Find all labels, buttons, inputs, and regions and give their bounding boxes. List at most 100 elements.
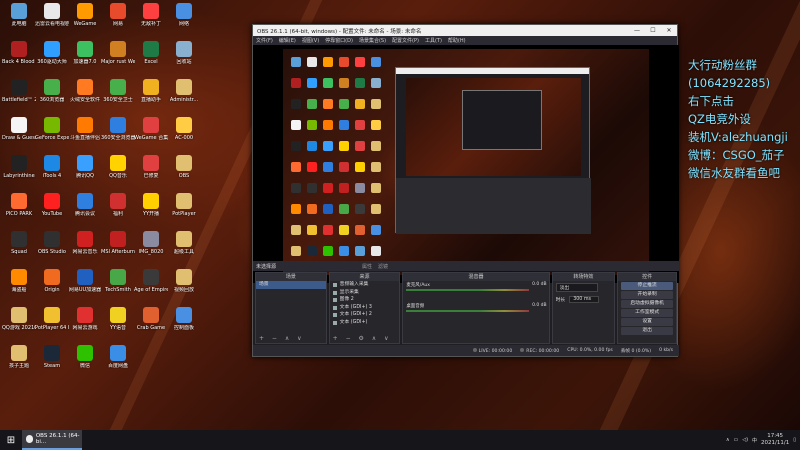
desktop-icon[interactable]: 微信 bbox=[68, 344, 102, 380]
desktop-icon[interactable]: 360安全浏览器 bbox=[101, 116, 135, 152]
notification-icon[interactable]: ▯ bbox=[793, 437, 796, 443]
desktop-icon[interactable]: YouTube bbox=[35, 192, 69, 228]
desktop-icon[interactable]: iTools 4 bbox=[35, 154, 69, 190]
volume-slider[interactable] bbox=[406, 310, 529, 312]
duration-input[interactable]: 300 ms bbox=[569, 296, 600, 303]
maximize-icon[interactable]: ☐ bbox=[645, 27, 661, 34]
desktop-icon[interactable]: 迅雷云看电视剧 bbox=[35, 2, 69, 38]
desktop-icon[interactable]: Crab Game bbox=[134, 306, 168, 342]
desktop-icon[interactable]: 控制面板 bbox=[167, 306, 201, 342]
desktop-icon[interactable]: MSI Afterburner bbox=[101, 230, 135, 266]
desktop-icon[interactable]: Administr... bbox=[167, 78, 201, 114]
desktop-icon[interactable]: PotPlayer 64 bit bbox=[35, 306, 69, 342]
desktop-icon[interactable]: Excel bbox=[134, 40, 168, 76]
desktop-icon[interactable]: 福利 bbox=[101, 192, 135, 228]
transition-type[interactable]: 淡出 bbox=[553, 281, 615, 294]
desktop-icon[interactable]: 360安全卫士 bbox=[101, 78, 135, 114]
desktop-icon[interactable]: Steam bbox=[35, 344, 69, 380]
menu-view[interactable]: 视图(V) bbox=[302, 37, 319, 44]
desktop-icon[interactable]: 网易UU加速器 bbox=[68, 268, 102, 304]
source-item[interactable]: 文本 (GDI+) bbox=[330, 319, 400, 327]
desktop-icon[interactable]: 网易云游戏 bbox=[68, 306, 102, 342]
desktop-icon[interactable]: QQ游戏 20210415... bbox=[2, 306, 36, 342]
menu-file[interactable]: 文件(F) bbox=[256, 37, 273, 44]
filters-button[interactable]: 滤镜 bbox=[378, 263, 388, 270]
close-icon[interactable]: ✕ bbox=[661, 27, 677, 34]
volume-slider[interactable] bbox=[406, 289, 529, 291]
menu-help[interactable]: 帮助(H) bbox=[448, 37, 466, 44]
desktop-icon[interactable]: 已修复 bbox=[134, 154, 168, 190]
desktop-icon[interactable]: 此电脑 bbox=[2, 2, 36, 38]
desktop-icon[interactable]: Draw & Guess bbox=[2, 116, 36, 152]
volume-icon[interactable]: ◁) bbox=[742, 437, 748, 443]
tray-expand-icon[interactable]: ∧ bbox=[726, 437, 730, 443]
studio-mode-button[interactable]: 工作室模式 bbox=[621, 309, 673, 317]
obs-window[interactable]: OBS 26.1.1 (64-bit, windows) - 配置文件: 未命名… bbox=[252, 24, 679, 357]
desktop-icon[interactable]: 直播助手 bbox=[134, 78, 168, 114]
desktop-icon[interactable]: Squad bbox=[2, 230, 36, 266]
desktop-icon[interactable]: Major rust WeGame版 bbox=[101, 40, 135, 76]
stop-streaming-button[interactable]: 停止推流 bbox=[621, 282, 673, 290]
desktop-icon[interactable]: WeGame 合集 bbox=[134, 116, 168, 152]
desktop-icon[interactable]: Back 4 Blood Beta bbox=[2, 40, 36, 76]
desktop-icon[interactable]: PICO PARK bbox=[2, 192, 36, 228]
desktop-icon[interactable]: 超级工具 bbox=[167, 230, 201, 266]
desktop-icon[interactable]: Origin bbox=[35, 268, 69, 304]
desktop-icon[interactable]: AC-000 bbox=[167, 116, 201, 152]
desktop-icon[interactable]: OBS bbox=[167, 154, 201, 190]
desktop-icon[interactable]: 孩子主题 bbox=[2, 344, 36, 380]
desktop-icon[interactable]: Age of Empires IV bbox=[134, 268, 168, 304]
menu-docks[interactable]: 停靠窗口(D) bbox=[325, 37, 353, 44]
desktop-icon[interactable]: PotPlayer bbox=[167, 192, 201, 228]
desktop-icon[interactable]: 加速器7.0 bbox=[68, 40, 102, 76]
menu-scene-collection[interactable]: 场景集合(S) bbox=[359, 37, 386, 44]
desktop-icon[interactable]: 网易云音乐 bbox=[68, 230, 102, 266]
source-item[interactable]: 图像 2 bbox=[330, 296, 400, 304]
desktop-icon[interactable]: YY开播 bbox=[134, 192, 168, 228]
desktop-icon[interactable]: IMG_8020 bbox=[134, 230, 168, 266]
desktop-icon[interactable]: Labyrinthine bbox=[2, 154, 36, 190]
desktop-icon[interactable]: 火绒安全软件 bbox=[68, 78, 102, 114]
source-item[interactable]: 文本 (GDI+) 3 bbox=[330, 304, 400, 312]
desktop-icon[interactable]: 网易 bbox=[101, 2, 135, 38]
desktop-icon[interactable]: OBS Studio bbox=[35, 230, 69, 266]
desktop-icon[interactable]: 视频回放 bbox=[167, 268, 201, 304]
settings-button[interactable]: 设置 bbox=[621, 318, 673, 326]
exit-button[interactable]: 退出 bbox=[621, 327, 673, 335]
minimize-icon[interactable]: — bbox=[629, 27, 645, 34]
desktop-icon[interactable]: 海盗船 bbox=[2, 268, 36, 304]
properties-button[interactable]: 属性 bbox=[362, 263, 372, 270]
windows-start-icon[interactable]: ⊞ bbox=[0, 435, 22, 446]
virtual-camera-button[interactable]: 启动虚拟摄像机 bbox=[621, 300, 673, 308]
ime-icon[interactable]: 中 bbox=[752, 437, 757, 444]
desktop-icon[interactable]: TechSmith bbox=[101, 268, 135, 304]
desktop-icon[interactable]: GeForce Experience bbox=[35, 116, 69, 152]
desktop-icon[interactable]: 360浏览器 bbox=[35, 78, 69, 114]
menu-tools[interactable]: 工具(T) bbox=[425, 37, 442, 44]
network-icon[interactable]: ▭ bbox=[733, 437, 738, 443]
source-item[interactable]: 音频输入采集 bbox=[330, 281, 400, 289]
desktop-icon[interactable]: 斗鱼直播伴侣 bbox=[68, 116, 102, 152]
clock[interactable]: 17:45 2021/11/1 bbox=[761, 433, 789, 447]
sources-dock-controls[interactable]: + − ⚙ ∧ ∨ bbox=[330, 335, 400, 343]
source-item[interactable]: 显示采集 bbox=[330, 289, 400, 297]
desktop-icon[interactable]: YY语音 bbox=[101, 306, 135, 342]
desktop-icon[interactable]: 360驱动大师 bbox=[35, 40, 69, 76]
source-item[interactable]: 文本 (GDI+) 2 bbox=[330, 311, 400, 319]
menu-edit[interactable]: 编辑(E) bbox=[279, 37, 296, 44]
transition-select[interactable]: 淡出 bbox=[555, 283, 598, 292]
desktop-icon[interactable]: 无敌补丁 bbox=[134, 2, 168, 38]
desktop-icon[interactable]: Battlefield™ 2042 Open bbox=[2, 78, 36, 114]
desktop-icon[interactable]: 腾讯会议 bbox=[68, 192, 102, 228]
desktop-icon[interactable]: 回收站 bbox=[167, 40, 201, 76]
desktop-icon[interactable]: WeGame bbox=[68, 2, 102, 38]
scenes-dock-controls[interactable]: + − ∧ ∨ bbox=[256, 335, 326, 343]
desktop-icon[interactable]: 网络 bbox=[167, 2, 201, 38]
desktop-icon[interactable]: 百度网盘 bbox=[101, 344, 135, 380]
menu-profile[interactable]: 配置文件(P) bbox=[392, 37, 419, 44]
desktop-icon[interactable]: 腾讯QQ bbox=[68, 154, 102, 190]
desktop-icon[interactable]: QQ音乐 bbox=[101, 154, 135, 190]
start-recording-button[interactable]: 开始录制 bbox=[621, 291, 673, 299]
obs-title-bar[interactable]: OBS 26.1.1 (64-bit, windows) - 配置文件: 未命名… bbox=[253, 25, 677, 36]
obs-preview[interactable] bbox=[253, 45, 679, 283]
